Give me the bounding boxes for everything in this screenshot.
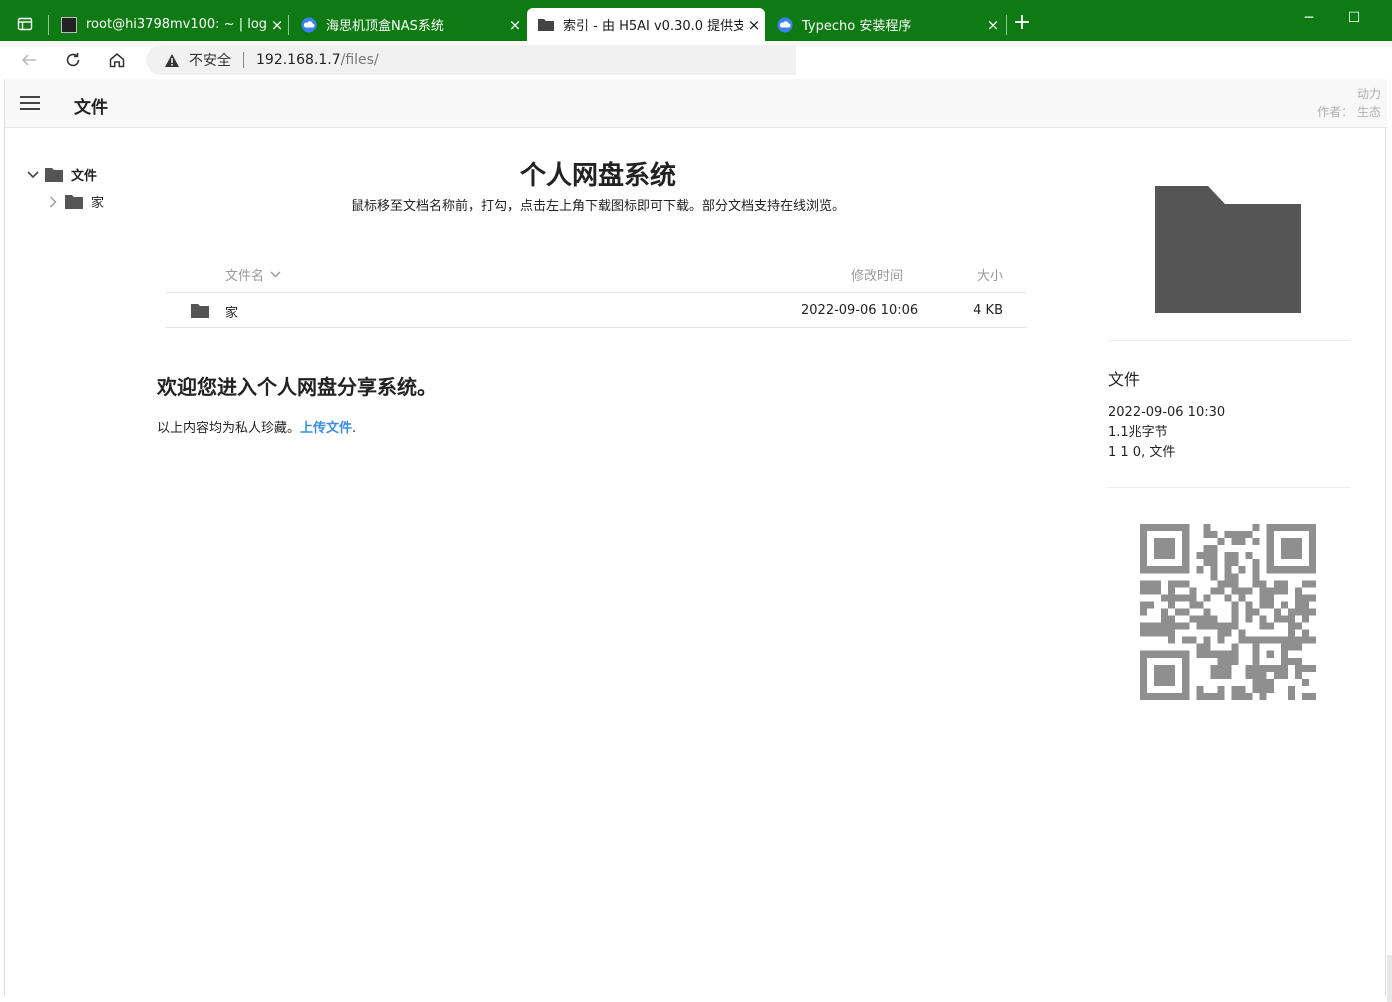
file-list-header: 文件名 修改时间 大小 xyxy=(165,255,1027,293)
tab-h5ai-active[interactable]: 索引 - 由 H5AI v0.30.0 提供支持 × xyxy=(527,8,765,41)
folder-icon xyxy=(65,194,83,209)
powered-line-1[interactable]: 动力 xyxy=(1317,85,1381,103)
page-content: 文件 动力 作者： 生态 文件 家 个人网盘系统 鼠标移至文档名称前，打勾，点击… xyxy=(4,79,1387,997)
upload-link[interactable]: 上传文件 xyxy=(300,421,352,436)
folder-icon xyxy=(537,16,555,34)
tab-close-button[interactable]: × xyxy=(982,16,1004,34)
cloud-icon xyxy=(300,16,318,34)
page-subtitle: 鼠标移至文档名称前，打勾，点击左上角下载图标即可下载。部分文档支持在线浏览。 xyxy=(350,199,845,214)
hamburger-menu-icon[interactable] xyxy=(20,96,40,111)
tab-close-button[interactable]: × xyxy=(266,16,288,34)
url-text[interactable]: 192.168.1.7/files/ xyxy=(256,52,379,68)
new-tab-button[interactable]: + xyxy=(1010,12,1034,36)
address-divider xyxy=(243,52,244,68)
tab-terminal[interactable]: root@hi3798mv100: ~ | login (hi × xyxy=(50,8,288,41)
folder-icon xyxy=(45,167,63,182)
tab-separator xyxy=(48,15,49,35)
tab-strip: root@hi3798mv100: ~ | login (hi × 海思机顶盒N… xyxy=(0,0,1392,41)
chevron-down-icon xyxy=(270,271,281,278)
welcome-title: 欢迎您进入个人网盘分享系统。 xyxy=(157,375,437,399)
warning-icon[interactable] xyxy=(164,52,180,68)
welcome-text: 以上内容均为私人珍藏。上传文件. xyxy=(157,417,356,436)
url-host: 192.168.1.7 xyxy=(256,52,341,68)
address-bar[interactable]: 不安全 192.168.1.7/files/ xyxy=(146,45,796,75)
tab-nas[interactable]: 海思机顶盒NAS系统 × xyxy=(290,8,526,41)
security-label[interactable]: 不安全 xyxy=(189,50,231,70)
info-size: 1.1兆字节 xyxy=(1108,425,1168,440)
folder-tree: 文件 家 xyxy=(25,161,104,215)
tree-item-label: 文件 xyxy=(71,169,98,184)
tree-item-label: 家 xyxy=(91,196,105,211)
tab-actions-icon xyxy=(17,17,33,31)
info-details: 2022-09-06 10:30 1.1兆字节 1 1 0, 文件 xyxy=(1108,403,1225,463)
column-name-label: 文件名 xyxy=(225,269,265,284)
tab-title: 海思机顶盒NAS系统 xyxy=(326,19,444,34)
navigation-bar: 不安全 192.168.1.7/files/ xyxy=(0,41,1392,79)
back-arrow-icon xyxy=(21,54,36,66)
welcome-trail: . xyxy=(352,421,357,436)
tab-title: 索引 - 由 H5AI v0.30.0 提供支持 xyxy=(563,19,743,34)
scrollbar[interactable] xyxy=(1387,955,1392,1002)
folder-icon xyxy=(191,304,209,318)
tree-item-root[interactable]: 文件 xyxy=(25,161,104,188)
terminal-icon xyxy=(60,16,78,34)
breadcrumb-current[interactable]: 文件 xyxy=(74,93,108,118)
refresh-button[interactable] xyxy=(61,49,85,71)
maximize-button[interactable]: ☐ xyxy=(1339,10,1369,26)
tab-close-button[interactable]: × xyxy=(743,16,765,34)
refresh-icon xyxy=(66,53,80,67)
info-counts: 1 1 0, 文件 xyxy=(1108,445,1176,460)
tab-actions-menu-button[interactable] xyxy=(10,12,40,36)
welcome-text-body: 以上内容均为私人珍藏。 xyxy=(157,421,301,436)
info-divider xyxy=(1108,487,1350,488)
cloud-icon xyxy=(776,16,794,34)
tab-close-button[interactable]: × xyxy=(504,16,526,34)
info-divider xyxy=(1108,340,1350,341)
powered-line-2[interactable]: 作者： 生态 xyxy=(1317,103,1381,121)
tab-title: Typecho 安装程序 xyxy=(802,19,912,34)
file-row[interactable]: 家 2022-09-06 10:06 4 KB xyxy=(165,294,1027,328)
column-date-header[interactable]: 修改时间 xyxy=(851,265,903,284)
home-button[interactable] xyxy=(105,49,129,71)
tree-item-child[interactable]: 家 xyxy=(45,188,104,215)
h5ai-topbar: 文件 动力 作者： 生态 xyxy=(5,79,1387,128)
column-size-header[interactable]: 大小 xyxy=(977,265,1003,284)
url-path: /files/ xyxy=(340,52,379,68)
tab-separator xyxy=(288,15,289,35)
minimize-button[interactable]: ─ xyxy=(1294,10,1324,26)
column-name-header[interactable]: 文件名 xyxy=(225,265,281,284)
chevron-down-icon[interactable] xyxy=(25,167,41,183)
file-date: 2022-09-06 10:06 xyxy=(801,303,919,318)
back-button[interactable] xyxy=(17,49,41,71)
tab-separator xyxy=(1006,15,1007,35)
file-name[interactable]: 家 xyxy=(225,302,238,321)
info-name: 文件 xyxy=(1108,370,1141,389)
powered-by: 动力 作者： 生态 xyxy=(1317,85,1381,121)
tab-title: root@hi3798mv100: ~ | login (hi xyxy=(86,17,266,32)
info-date: 2022-09-06 10:30 xyxy=(1108,405,1226,420)
folder-preview-icon xyxy=(1155,186,1301,313)
file-size: 4 KB xyxy=(973,303,1003,318)
tab-typecho[interactable]: Typecho 安装程序 × xyxy=(766,8,1004,41)
home-icon xyxy=(109,53,125,68)
qr-code xyxy=(1140,524,1316,700)
page-title: 个人网盘系统 xyxy=(519,161,676,191)
chevron-right-icon[interactable] xyxy=(45,194,61,210)
